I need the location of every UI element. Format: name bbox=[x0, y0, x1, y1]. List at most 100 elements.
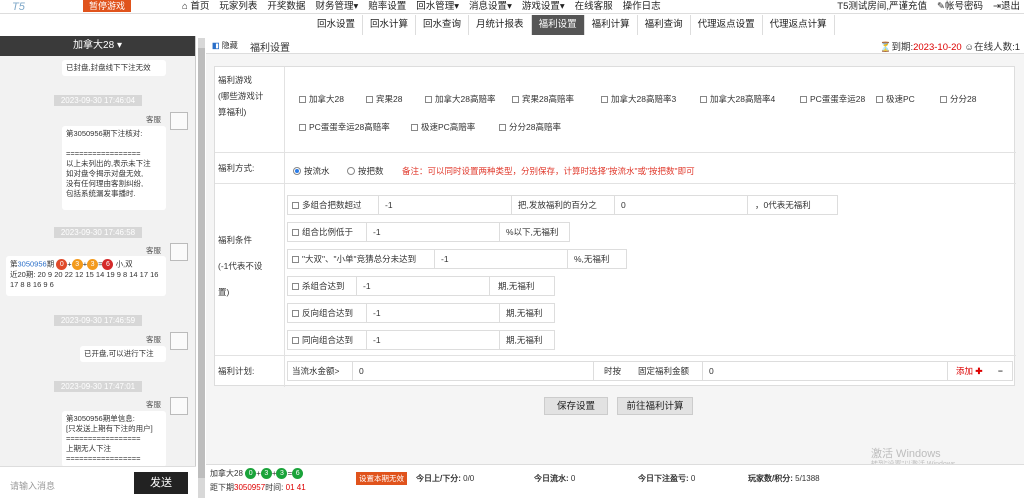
condition-row: 杀组合达到 -1 期,无福利 bbox=[287, 276, 555, 296]
plan-row: 当流水金额> 0 时按 固定福利金额 0 添加 ✚ − bbox=[287, 361, 1013, 381]
condition-row: 组合比例低于 -1 %以下,无福利 bbox=[287, 222, 570, 242]
chat-timestamp: 2023-09-30 17:46:04 bbox=[54, 95, 142, 106]
chat-input-area: 请输入消息 发送 bbox=[0, 466, 196, 499]
game-checkbox[interactable]: 加拿大28高赔率3 bbox=[601, 93, 676, 105]
add-plan-button[interactable]: 添加 ✚ bbox=[956, 362, 983, 380]
game-checkbox[interactable]: 极速PC bbox=[876, 93, 915, 105]
mode-radio-count[interactable]: 按把数 bbox=[347, 165, 384, 177]
nav-logs[interactable]: 操作日志 bbox=[623, 0, 661, 13]
chat-message: 第3050956期单信息: [只发送上期有下注的用户] ============… bbox=[62, 411, 166, 466]
condition-checkbox[interactable] bbox=[292, 283, 299, 290]
nav-draw-data[interactable]: 开奖数据 bbox=[267, 0, 305, 13]
divider bbox=[215, 183, 1016, 184]
condition-input[interactable]: -1 bbox=[378, 195, 512, 215]
tab-welfare-settings-open[interactable]: 福利设置 bbox=[250, 39, 290, 54]
nav-support[interactable]: 在线客服 bbox=[575, 0, 613, 13]
condition-row: 多组合把数超过 -1 把,发放福利的百分之 0 ，0代表无福利 bbox=[287, 195, 838, 215]
nav-game-settings[interactable]: 游戏设置▾ bbox=[522, 0, 565, 13]
nav-rebate[interactable]: 回水管理▾ bbox=[416, 0, 459, 13]
status-footer: 加拿大28 0 +3 +3 = 6 距下期3050957时间: 01 41 设置本期无效… bbox=[206, 464, 1024, 499]
condition-input-percent[interactable]: 0 bbox=[614, 195, 748, 215]
condition-checkbox[interactable] bbox=[292, 310, 299, 317]
nav-finance[interactable]: 财务管理▾ bbox=[315, 0, 358, 13]
room-name: T5测试房间,严谨充值 bbox=[837, 1, 928, 12]
logout-link[interactable]: ⇥退出 bbox=[993, 0, 1020, 13]
tab-welfare-settings[interactable]: 福利设置 bbox=[531, 15, 585, 35]
tab-monthly-report[interactable]: 月统计报表 bbox=[469, 15, 532, 35]
tab-rebate-calc[interactable]: 回水计算 bbox=[363, 15, 417, 35]
mode-note: 备注：可以同时设置两种类型，分别保存，计算时选择"按流水"或"按把数"即可 bbox=[402, 166, 695, 176]
stat-players-points: 玩家数/积分: 5/1388 bbox=[748, 474, 820, 483]
condition-checkbox[interactable] bbox=[292, 202, 299, 209]
condition-checkbox[interactable] bbox=[292, 256, 299, 263]
chat-sender: 客服 bbox=[146, 246, 161, 255]
chat-sender: 客服 bbox=[146, 335, 161, 344]
scroll-thumb[interactable] bbox=[198, 48, 205, 478]
logo: T5 bbox=[12, 1, 25, 13]
condition-input[interactable]: -1 bbox=[366, 222, 500, 242]
game-checkbox[interactable]: PC蛋蛋幸运28 bbox=[800, 93, 865, 105]
chat-scrollbar[interactable] bbox=[198, 38, 205, 498]
condition-input[interactable]: -1 bbox=[366, 303, 500, 323]
main-content: ◧ 隐藏 福利设置 ⏳到期:2023-10-20 ☺在线人数:1 福利游戏 (哪些… bbox=[206, 36, 1024, 499]
logout-icon: ⇥ bbox=[993, 1, 1001, 12]
mode-radio-flow[interactable]: 按流水 bbox=[293, 165, 330, 177]
game-checkbox[interactable]: 分分28高赔率 bbox=[499, 121, 561, 133]
chat-messages: 已封盘,封盘线下下注无效 2023-09-30 17:46:04 客服 第305… bbox=[0, 56, 196, 466]
stat-today-profit: 今日下注盈亏: 0 bbox=[638, 474, 696, 483]
game-checkbox[interactable]: 加拿大28高赔率 bbox=[425, 93, 495, 105]
chat-message: 第3050956期下注核对: ================= 以上未列出的,… bbox=[62, 126, 166, 210]
game-checkbox[interactable]: 加拿大28 bbox=[299, 93, 344, 105]
tab-welfare-query[interactable]: 福利查询 bbox=[638, 15, 691, 35]
message-input[interactable]: 请输入消息 bbox=[10, 479, 55, 492]
game-checkbox[interactable]: 宾果28高赔率 bbox=[512, 93, 574, 105]
tab-agent-rebate-calc[interactable]: 代理返点计算 bbox=[763, 15, 835, 35]
avatar bbox=[170, 112, 188, 130]
condition-input[interactable]: -1 bbox=[434, 249, 568, 269]
divider bbox=[215, 152, 1016, 153]
expire-info: ⏳到期:2023-10-20 ☺在线人数:1 bbox=[879, 42, 1020, 53]
chat-game-selector[interactable]: 加拿大28 ▾ bbox=[0, 36, 195, 56]
content-tab-bar: ◧ 隐藏 福利设置 ⏳到期:2023-10-20 ☺在线人数:1 bbox=[206, 36, 1024, 54]
game-checkbox[interactable]: 极速PC高赔率 bbox=[411, 121, 475, 133]
nav-home[interactable]: ⌂ 首页 bbox=[182, 0, 209, 13]
game-checkbox[interactable]: 宾果28 bbox=[366, 93, 402, 105]
water-amount-input[interactable]: 0 bbox=[352, 361, 594, 381]
fixed-amount-input[interactable]: 0 bbox=[702, 361, 948, 381]
welfare-form: 福利游戏 (哪些游戏计 算福利) 加拿大28 宾果28 加拿大28高赔率 宾果28高… bbox=[214, 66, 1016, 387]
divider bbox=[284, 67, 285, 387]
chevron-down-icon: ▾ bbox=[116, 40, 122, 51]
pause-game-badge[interactable]: 暂停游戏 bbox=[83, 0, 132, 12]
remove-plan-button[interactable]: − bbox=[998, 362, 1003, 380]
condition-checkbox[interactable] bbox=[292, 337, 299, 344]
tab-welfare-calc[interactable]: 福利计算 bbox=[585, 15, 638, 35]
save-button[interactable]: 保存设置 bbox=[544, 397, 608, 415]
mode-label: 福利方式: bbox=[218, 163, 255, 173]
chat-message: 已开盘,可以进行下注 bbox=[80, 346, 166, 362]
tab-agent-rebate-settings[interactable]: 代理返点设置 bbox=[691, 15, 763, 35]
hide-sidebar-button[interactable]: ◧ 隐藏 bbox=[212, 40, 238, 51]
send-button[interactable]: 发送 bbox=[134, 472, 188, 494]
nav-odds[interactable]: 赔率设置 bbox=[368, 0, 406, 13]
condition-checkbox[interactable] bbox=[292, 229, 299, 236]
game-checkbox[interactable]: 加拿大28高赔率4 bbox=[700, 93, 775, 105]
conditions-label: 福利条件 (-1代表不设 置) bbox=[218, 235, 263, 297]
chat-timestamp: 2023-09-30 17:46:58 bbox=[54, 227, 142, 238]
chat-sender: 客服 bbox=[146, 400, 161, 409]
tab-rebate-settings[interactable]: 回水设置 bbox=[310, 15, 364, 35]
nav-messages[interactable]: 消息设置▾ bbox=[469, 0, 512, 13]
tab-rebate-query[interactable]: 回水查询 bbox=[416, 15, 470, 35]
condition-input[interactable]: -1 bbox=[356, 276, 490, 296]
goto-welfare-calc-button[interactable]: 前往福利计算 bbox=[617, 397, 693, 415]
nav-players[interactable]: 玩家列表 bbox=[219, 0, 257, 13]
account-password-link[interactable]: ✎帐号密码 bbox=[937, 0, 983, 13]
chat-result-message: 第3050956期 0 +3 +3 = 6 小,双 近20期: 20 9 20 22 1… bbox=[6, 256, 166, 296]
next-period: 距下期3050957时间: 01 41 bbox=[210, 483, 306, 492]
condition-row: 反向组合达到 -1 期,无福利 bbox=[287, 303, 555, 323]
game-checkbox[interactable]: PC蛋蛋幸运28高赔率 bbox=[299, 121, 390, 133]
set-invalid-button[interactable]: 设置本期无效 bbox=[356, 472, 407, 485]
last-result: 加拿大28 0 +3 +3 = 6 bbox=[210, 468, 304, 480]
condition-input[interactable]: -1 bbox=[366, 330, 500, 350]
game-checkbox[interactable]: 分分28 bbox=[940, 93, 976, 105]
top-right: T5测试房间,严谨充值 ✎帐号密码 ⇥退出 bbox=[837, 0, 1020, 13]
